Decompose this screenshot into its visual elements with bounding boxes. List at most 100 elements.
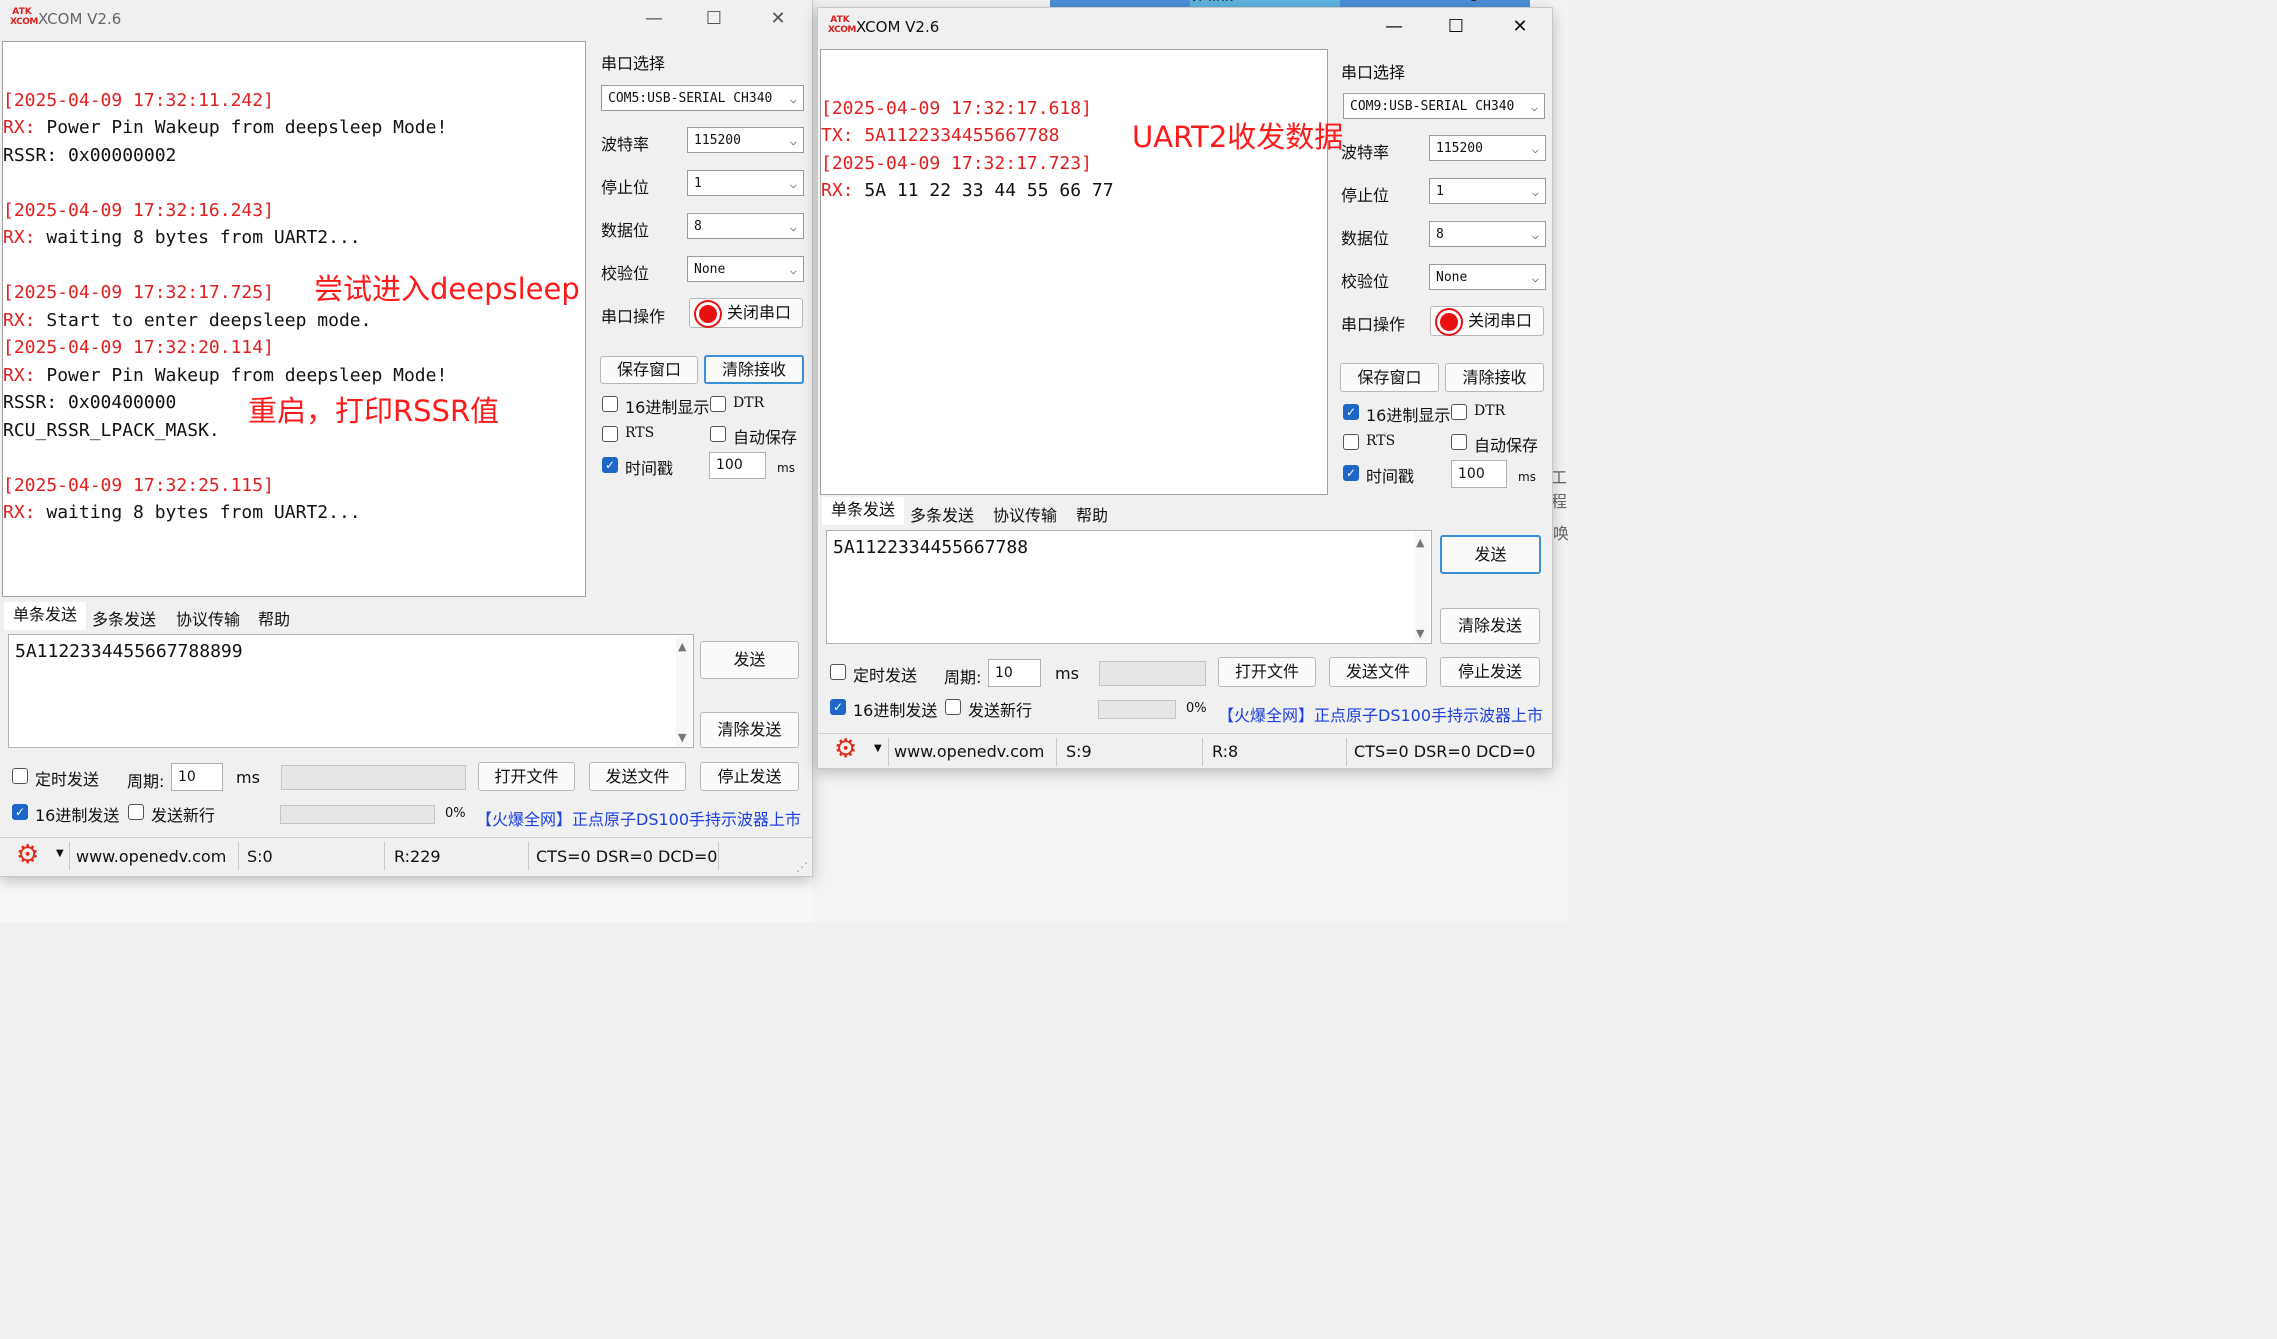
chevron-down-icon: ⌵ <box>1530 100 1538 114</box>
maximize-button[interactable]: ☐ <box>1436 14 1476 40</box>
tab-help[interactable]: 帮助 <box>1076 502 1108 526</box>
send-file-button[interactable]: 发送文件 <box>589 762 686 791</box>
close-port-button[interactable]: 关闭串口 <box>689 298 803 328</box>
scroll-up-icon[interactable]: ▲ <box>1416 536 1424 549</box>
send-input[interactable]: 5A1122334455667788 <box>826 530 1432 644</box>
save-window-button[interactable]: 保存窗口 <box>600 356 698 384</box>
hex-display-label: 16进制显示 <box>625 398 710 417</box>
hex-send-checkbox[interactable]: ✓ <box>830 699 846 715</box>
timestamp-interval-input[interactable]: 100 <box>1451 460 1507 488</box>
clear-send-button[interactable]: 清除发送 <box>1440 608 1540 644</box>
auto-save-label: 自动保存 <box>1474 436 1539 455</box>
tab-protocol[interactable]: 协议传输 <box>176 606 240 630</box>
maximize-button[interactable]: ☐ <box>694 6 734 32</box>
scroll-down-icon[interactable]: ▼ <box>678 731 686 744</box>
rts-checkbox[interactable] <box>1343 434 1359 450</box>
receive-line: RX: Start to enter deepsleep mode. <box>3 309 372 331</box>
open-file-button[interactable]: 打开文件 <box>1218 657 1316 687</box>
minimize-button[interactable]: — <box>1374 14 1414 40</box>
tab-single-send[interactable]: 单条发送 <box>4 602 86 630</box>
data-bits-select[interactable]: 8 ⌵ <box>1429 221 1546 247</box>
save-window-button[interactable]: 保存窗口 <box>1340 363 1439 392</box>
divider <box>384 842 385 870</box>
data-bits-label: 数据位 <box>1341 229 1390 248</box>
timestamp-checkbox[interactable]: ✓ <box>602 457 618 473</box>
tab-single-send[interactable]: 单条发送 <box>822 497 904 525</box>
send-file-button[interactable]: 发送文件 <box>1329 657 1427 687</box>
tab-protocol[interactable]: 协议传输 <box>993 502 1057 526</box>
open-file-button[interactable]: 打开文件 <box>478 762 575 791</box>
timestamp-checkbox[interactable]: ✓ <box>1343 465 1359 481</box>
receive-line: RX: waiting 8 bytes from UART2... <box>3 227 361 248</box>
tab-multi-send[interactable]: 多条发送 <box>910 502 974 526</box>
rts-label: RTS <box>1366 433 1396 449</box>
data-bits-select[interactable]: 8 ⌵ <box>687 213 804 239</box>
parity-select[interactable]: None ⌵ <box>687 256 804 282</box>
dtr-checkbox[interactable] <box>1451 404 1467 420</box>
stop-send-button[interactable]: 停止发送 <box>1440 657 1540 687</box>
stop-bits-label: 停止位 <box>601 178 650 197</box>
dtr-checkbox[interactable] <box>710 396 726 412</box>
tab-multi-send[interactable]: 多条发送 <box>92 606 156 630</box>
tab-help[interactable]: 帮助 <box>258 606 290 630</box>
close-button[interactable]: ✕ <box>1500 14 1540 40</box>
send-newline-checkbox[interactable] <box>945 699 961 715</box>
divider <box>238 842 239 870</box>
parity-select[interactable]: None ⌵ <box>1429 264 1546 290</box>
send-input[interactable]: 5A1122334455667788899 <box>8 634 694 748</box>
title-bar[interactable]: ATK XCOM XCOM V2.6 — ☐ ✕ <box>818 8 1552 48</box>
baud-label: 波特率 <box>1341 143 1390 162</box>
hex-display-checkbox[interactable] <box>602 396 618 412</box>
stop-bits-select[interactable]: 1 ⌵ <box>1429 178 1546 204</box>
port-select[interactable]: COM9:USB-SERIAL CH340 ⌵ <box>1343 93 1545 119</box>
scroll-down-icon[interactable]: ▼ <box>1416 627 1424 640</box>
minimize-button[interactable]: — <box>634 6 674 32</box>
dropdown-arrow-icon[interactable]: ▼ <box>874 743 882 754</box>
timed-send-checkbox[interactable] <box>12 768 28 784</box>
send-button[interactable]: 发送 <box>1440 535 1541 574</box>
window-title: XCOM V2.6 <box>38 10 122 28</box>
receive-area[interactable]: [2025-04-09 17:32:11.242] RX: Power Pin W… <box>2 41 586 597</box>
hex-send-label: 16进制发送 <box>35 806 120 825</box>
hex-display-checkbox[interactable]: ✓ <box>1343 404 1359 420</box>
status-bar: ⚙ ▼ www.openedv.com S:9 R:8 CTS=0 DSR=0 … <box>818 733 1552 768</box>
ad-link[interactable]: 【火爆全网】正点原子DS100手持示波器上市 <box>1218 702 1543 726</box>
baud-select[interactable]: 115200 ⌵ <box>687 127 804 153</box>
divider <box>1202 738 1203 766</box>
send-scrollbar[interactable]: ▲ ▼ <box>1414 532 1430 642</box>
close-port-button[interactable]: 关闭串口 <box>1430 306 1544 336</box>
rts-checkbox[interactable] <box>602 426 618 442</box>
baud-select[interactable]: 115200 ⌵ <box>1429 135 1546 161</box>
resize-grip-icon[interactable]: ⋰ <box>796 860 808 874</box>
clear-send-button[interactable]: 清除发送 <box>700 712 799 748</box>
clear-receive-button[interactable]: 清除接收 <box>704 355 804 384</box>
gear-icon[interactable]: ⚙ <box>834 734 857 764</box>
close-button[interactable]: ✕ <box>758 6 798 32</box>
scroll-up-icon[interactable]: ▲ <box>678 640 686 653</box>
receive-line: [2025-04-09 17:32:25.115] <box>3 474 274 496</box>
clear-receive-button[interactable]: 清除接收 <box>1445 363 1544 392</box>
send-button[interactable]: 发送 <box>700 641 799 679</box>
timed-send-checkbox[interactable] <box>830 664 846 680</box>
dropdown-arrow-icon[interactable]: ▼ <box>56 848 64 859</box>
baud-label: 波特率 <box>601 135 650 154</box>
send-newline-checkbox[interactable] <box>128 804 144 820</box>
period-input[interactable]: 10 <box>988 659 1041 687</box>
period-input[interactable]: 10 <box>171 763 223 791</box>
ad-link[interactable]: 【火爆全网】正点原子DS100手持示波器上市 <box>476 806 801 830</box>
receive-line <box>3 59 585 87</box>
timestamp-interval-input[interactable]: 100 <box>709 452 766 479</box>
auto-save-checkbox[interactable] <box>1451 434 1467 450</box>
gear-icon[interactable]: ⚙ <box>16 840 39 870</box>
hex-send-checkbox[interactable]: ✓ <box>12 804 28 820</box>
stop-send-button[interactable]: 停止发送 <box>700 762 799 791</box>
send-scrollbar[interactable]: ▲ ▼ <box>676 636 692 746</box>
auto-save-checkbox[interactable] <box>710 426 726 442</box>
desktop-background-bottom <box>0 876 812 922</box>
send-progress-bar <box>280 805 435 824</box>
title-bar[interactable]: ATK XCOM XCOM V2.6 — ☐ ✕ <box>0 0 812 40</box>
stop-bits-select[interactable]: 1 ⌵ <box>687 170 804 196</box>
website-link[interactable]: www.openedv.com <box>894 742 1044 761</box>
port-select[interactable]: COM5:USB-SERIAL CH340 ⌵ <box>601 85 804 111</box>
website-link[interactable]: www.openedv.com <box>76 847 226 866</box>
